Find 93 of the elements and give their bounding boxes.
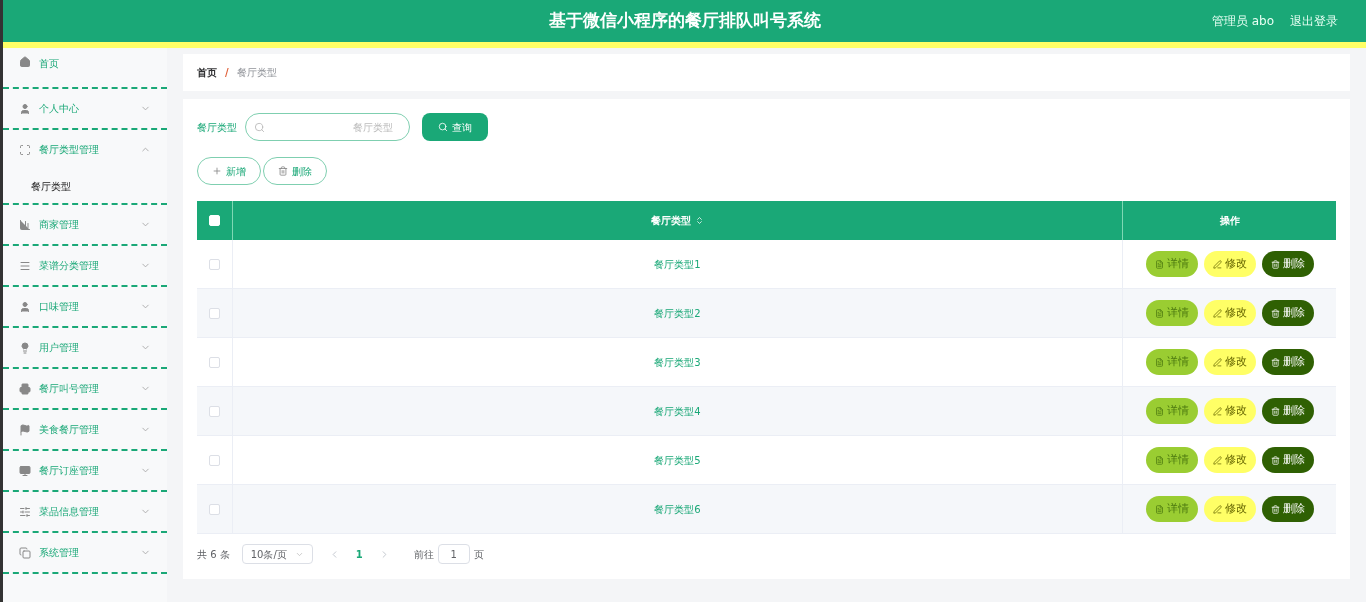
sidebar-item[interactable]: 餐厅叫号管理 — [3, 369, 167, 408]
sidebar-item[interactable]: 商家管理 — [3, 205, 167, 244]
page-unit-label: 页 — [473, 547, 484, 562]
pen-icon — [1212, 406, 1222, 416]
sidebar-item[interactable]: 口味管理 — [3, 287, 167, 326]
monitor-icon — [19, 464, 31, 477]
sort-icon[interactable] — [695, 216, 704, 225]
trash-icon — [1270, 357, 1280, 367]
edit-button[interactable]: 修改 — [1203, 300, 1256, 326]
pen-icon — [1212, 259, 1222, 269]
bulb-icon — [19, 341, 31, 354]
edit-button[interactable]: 修改 — [1203, 349, 1256, 375]
delete-button[interactable]: 删除 — [1261, 447, 1314, 473]
search-icon — [254, 121, 265, 133]
table-cell-text: 餐厅类型6 — [654, 502, 701, 517]
page-number[interactable]: 1 — [355, 546, 363, 562]
edit-button[interactable]: 修改 — [1203, 496, 1256, 522]
trash-icon — [1270, 259, 1280, 269]
details-button[interactable]: 详情 — [1145, 300, 1198, 326]
sidebar-item[interactable]: 用户管理 — [3, 328, 167, 367]
sidebar-item[interactable]: 首页 — [3, 48, 167, 87]
frame-icon — [19, 143, 31, 156]
breadcrumb-separator: / — [225, 66, 229, 80]
sidebar-item[interactable]: 菜谱分类管理 — [3, 246, 167, 285]
pen-icon — [1212, 455, 1222, 465]
pen-icon — [1212, 357, 1222, 367]
bar-chart-icon — [19, 218, 31, 231]
sidebar-item[interactable]: 餐厅类型管理 — [3, 130, 167, 169]
sidebar-item[interactable]: 美食餐厅管理 — [3, 410, 167, 449]
table-cell-text: 餐厅类型4 — [654, 404, 701, 419]
sidebar-item[interactable]: 系统管理 — [3, 533, 167, 572]
table-cell-text: 餐厅类型5 — [654, 453, 701, 468]
edit-button[interactable]: 修改 — [1203, 398, 1256, 424]
user-icon — [19, 102, 31, 115]
copy-icon — [19, 546, 31, 559]
document-icon — [1154, 357, 1164, 367]
goto-label: 前往 — [413, 547, 434, 562]
details-button[interactable]: 详情 — [1145, 398, 1198, 424]
trash-icon — [1270, 406, 1280, 416]
page-jump-field[interactable]: 1 — [437, 544, 470, 564]
flag-icon — [19, 423, 31, 436]
home-icon — [19, 56, 31, 68]
delete-button[interactable]: 删除 — [1261, 349, 1314, 375]
document-icon — [1154, 259, 1164, 269]
checkbox[interactable] — [209, 503, 220, 515]
checkbox[interactable] — [209, 307, 220, 319]
details-button[interactable]: 详情 — [1145, 496, 1198, 522]
logout-link[interactable]: 退出登录 — [1290, 12, 1338, 30]
document-icon — [1154, 406, 1164, 416]
checkbox[interactable] — [209, 356, 220, 368]
page-size-select[interactable]: 10条/页 — [241, 544, 313, 564]
sidebar-item[interactable]: 菜品信息管理 — [3, 492, 167, 531]
sliders-icon — [19, 505, 31, 518]
checkbox[interactable] — [209, 258, 220, 270]
trash-icon — [278, 166, 288, 176]
table-cell-text: 餐厅类型1 — [654, 257, 701, 272]
sidebar-item[interactable]: 个人中心 — [3, 89, 167, 128]
edit-button[interactable]: 修改 — [1203, 251, 1256, 277]
search-label: 餐厅类型 — [197, 120, 237, 135]
breadcrumb-current: 餐厅类型 — [236, 66, 277, 80]
delete-button[interactable]: 删除 — [1261, 300, 1314, 326]
total-count: 共 6 条 — [197, 547, 230, 562]
search-icon — [438, 122, 448, 132]
submenu-item[interactable]: 餐厅类型 — [3, 169, 167, 203]
checkbox[interactable] — [209, 454, 220, 466]
table-cell-text: 餐厅类型2 — [654, 306, 701, 321]
document-icon — [1154, 455, 1164, 465]
list-icon — [19, 259, 31, 272]
user-icon — [19, 300, 31, 313]
pen-icon — [1212, 308, 1222, 318]
trash-icon — [1270, 504, 1280, 514]
details-button[interactable]: 详情 — [1145, 251, 1198, 277]
details-button[interactable]: 详情 — [1145, 349, 1198, 375]
edit-button[interactable]: 修改 — [1203, 447, 1256, 473]
checkbox[interactable] — [209, 405, 220, 417]
search-button[interactable]: 查询 — [422, 113, 488, 141]
trash-icon — [1270, 455, 1280, 465]
column-header[interactable]: 餐厅类型 — [651, 213, 691, 228]
delete-button[interactable]: 删除 — [1261, 251, 1314, 277]
pen-icon — [1212, 504, 1222, 514]
document-icon — [1154, 308, 1164, 318]
breadcrumb-link[interactable]: 首页 — [197, 65, 217, 80]
delete-button[interactable]: 删除 — [1261, 496, 1314, 522]
plus-icon — [212, 166, 222, 176]
sidebar-item[interactable]: 餐厅订座管理 — [3, 451, 167, 490]
system-title: 基于微信小程序的餐厅排队叫号系统 — [548, 9, 821, 33]
trash-icon — [1270, 308, 1280, 318]
table-cell-text: 餐厅类型3 — [654, 355, 701, 370]
document-icon — [1154, 504, 1164, 514]
column-header: 操作 — [1219, 214, 1240, 228]
user-name: 管理员 abo — [1211, 13, 1274, 30]
details-button[interactable]: 详情 — [1145, 447, 1198, 473]
delete-button[interactable]: 删除 — [1261, 398, 1314, 424]
